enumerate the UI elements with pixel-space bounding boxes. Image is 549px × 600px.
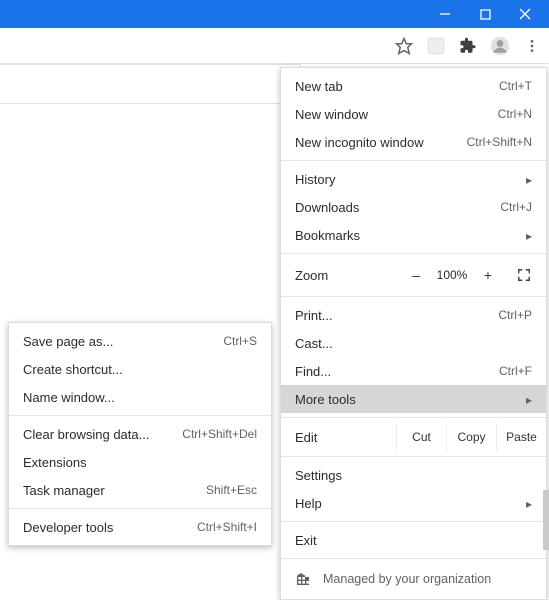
menu-shortcut: Ctrl+J <box>500 200 532 214</box>
menu-label: Create shortcut... <box>23 362 257 377</box>
menu-item-downloads[interactable]: Downloads Ctrl+J <box>281 193 546 221</box>
menu-label: Edit <box>295 430 396 445</box>
menu-label: New window <box>295 107 498 122</box>
extensions-puzzle-icon[interactable] <box>457 35 479 57</box>
chevron-right-icon <box>526 392 532 407</box>
menu-label: Find... <box>295 364 499 379</box>
menu-item-print[interactable]: Print... Ctrl+P <box>281 301 546 329</box>
menu-shortcut: Ctrl+F <box>499 364 532 378</box>
more-tools-submenu: Save page as... Ctrl+S Create shortcut..… <box>8 322 272 546</box>
menu-item-edit-row: Edit Cut Copy Paste <box>281 422 546 452</box>
zoom-in-button[interactable]: + <box>474 261 502 289</box>
menu-item-settings[interactable]: Settings <box>281 461 546 489</box>
menu-label: Bookmarks <box>295 228 526 243</box>
kebab-menu-icon[interactable] <box>521 35 543 57</box>
menu-label: Extensions <box>23 455 257 470</box>
menu-separator <box>281 253 546 254</box>
managed-label: Managed by your organization <box>323 572 491 586</box>
close-icon <box>519 8 531 20</box>
submenu-item-task-manager[interactable]: Task manager Shift+Esc <box>9 476 271 504</box>
menu-label: Task manager <box>23 483 206 498</box>
submenu-item-save-page[interactable]: Save page as... Ctrl+S <box>9 327 271 355</box>
edit-paste-button[interactable]: Paste <box>496 422 546 452</box>
menu-shortcut: Ctrl+Shift+N <box>467 135 532 149</box>
profile-avatar-icon[interactable] <box>489 35 511 57</box>
chevron-right-icon <box>526 172 532 187</box>
window-close-button[interactable] <box>505 0 545 28</box>
managed-by-org-notice[interactable]: Managed by your organization <box>281 563 546 595</box>
menu-item-more-tools[interactable]: More tools <box>281 385 546 413</box>
menu-label: Exit <box>295 533 532 548</box>
menu-label: New incognito window <box>295 135 467 150</box>
fullscreen-icon <box>517 268 531 282</box>
menu-shortcut: Shift+Esc <box>206 483 257 497</box>
fullscreen-button[interactable] <box>508 261 540 289</box>
page-scrollbar[interactable] <box>543 490 549 550</box>
menu-label: Zoom <box>295 268 402 283</box>
zoom-value: 100% <box>430 268 474 282</box>
submenu-item-name-window[interactable]: Name window... <box>9 383 271 411</box>
chrome-main-menu: New tab Ctrl+T New window Ctrl+N New inc… <box>280 67 547 600</box>
menu-label: Clear browsing data... <box>23 427 182 442</box>
menu-item-new-tab[interactable]: New tab Ctrl+T <box>281 72 546 100</box>
menu-item-bookmarks[interactable]: Bookmarks <box>281 221 546 249</box>
edit-copy-button[interactable]: Copy <box>446 422 496 452</box>
menu-label: Cast... <box>295 336 532 351</box>
menu-item-new-incognito[interactable]: New incognito window Ctrl+Shift+N <box>281 128 546 156</box>
window-minimize-button[interactable] <box>425 0 465 28</box>
menu-label: New tab <box>295 79 499 94</box>
menu-label: Downloads <box>295 200 500 215</box>
bookmark-star-icon[interactable] <box>393 35 415 57</box>
menu-shortcut: Ctrl+P <box>498 308 532 322</box>
submenu-item-clear-browsing-data[interactable]: Clear browsing data... Ctrl+Shift+Del <box>9 420 271 448</box>
menu-item-new-window[interactable]: New window Ctrl+N <box>281 100 546 128</box>
edit-cut-button[interactable]: Cut <box>396 422 446 452</box>
menu-label: Print... <box>295 308 498 323</box>
browser-toolbar <box>0 28 549 64</box>
menu-item-help[interactable]: Help <box>281 489 546 517</box>
submenu-item-create-shortcut[interactable]: Create shortcut... <box>9 355 271 383</box>
menu-item-history[interactable]: History <box>281 165 546 193</box>
maximize-icon <box>480 9 491 20</box>
menu-label: Help <box>295 496 526 511</box>
menu-separator <box>281 521 546 522</box>
window-maximize-button[interactable] <box>465 0 505 28</box>
menu-label: Settings <box>295 468 532 483</box>
zoom-out-button[interactable]: – <box>402 261 430 289</box>
menu-label: More tools <box>295 392 526 407</box>
window-titlebar <box>0 0 549 28</box>
extension-placeholder-icon[interactable] <box>425 35 447 57</box>
submenu-item-extensions[interactable]: Extensions <box>9 448 271 476</box>
minimize-icon <box>439 8 451 20</box>
submenu-item-developer-tools[interactable]: Developer tools Ctrl+Shift+I <box>9 513 271 541</box>
menu-label: Save page as... <box>23 334 223 349</box>
menu-item-cast[interactable]: Cast... <box>281 329 546 357</box>
menu-shortcut: Ctrl+Shift+I <box>197 520 257 534</box>
menu-separator <box>281 160 546 161</box>
chevron-right-icon <box>526 228 532 243</box>
menu-separator <box>281 417 546 418</box>
menu-shortcut: Ctrl+Shift+Del <box>182 427 257 441</box>
menu-item-find[interactable]: Find... Ctrl+F <box>281 357 546 385</box>
menu-separator <box>9 508 271 509</box>
menu-separator <box>281 296 546 297</box>
menu-label: History <box>295 172 526 187</box>
organization-icon <box>295 571 311 587</box>
menu-separator <box>9 415 271 416</box>
tab-outline <box>0 64 300 104</box>
menu-label: Developer tools <box>23 520 197 535</box>
menu-shortcut: Ctrl+N <box>498 107 532 121</box>
menu-separator <box>281 456 546 457</box>
menu-shortcut: Ctrl+T <box>499 79 532 93</box>
menu-item-zoom: Zoom – 100% + <box>281 258 546 292</box>
chevron-right-icon <box>526 496 532 511</box>
menu-separator <box>281 558 546 559</box>
menu-shortcut: Ctrl+S <box>223 334 257 348</box>
menu-label: Name window... <box>23 390 257 405</box>
